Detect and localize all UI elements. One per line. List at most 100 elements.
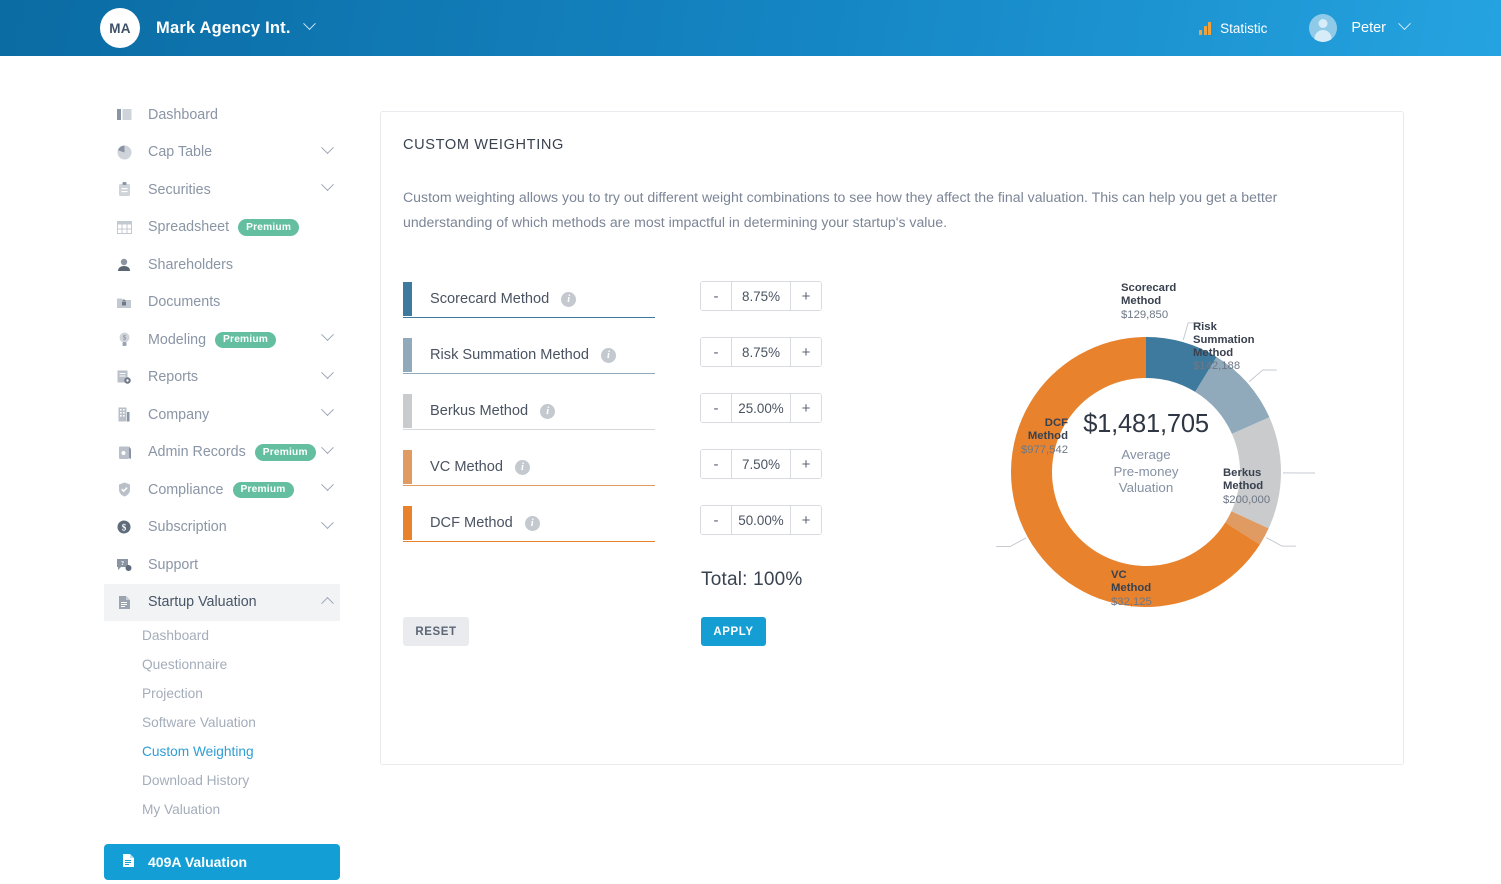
header-right-group: Statistic Peter <box>1199 14 1411 42</box>
chevron-down-icon[interactable] <box>321 328 334 342</box>
brand-company-switcher[interactable]: MA Mark Agency Int. <box>100 8 316 48</box>
donut-label: VC Method $32,125 <box>1111 569 1152 608</box>
decrement-button[interactable]: - <box>701 394 731 422</box>
chevron-down-icon[interactable] <box>321 516 334 529</box>
decrement-button[interactable]: - <box>701 450 731 478</box>
method-name-field: Scorecard Method i <box>403 281 655 318</box>
sidebar-item-label: Subscription <box>148 519 227 536</box>
decrement-button[interactable]: - <box>701 338 731 366</box>
sidebar-item-documents[interactable]: Documents <box>104 284 340 322</box>
weight-input[interactable]: 50.00% <box>731 506 791 534</box>
donut-label-line: Method <box>1223 479 1264 492</box>
weight-input[interactable]: 25.00% <box>731 394 791 422</box>
sidebar-item-shareholders[interactable]: Shareholders <box>104 246 340 284</box>
apply-button[interactable]: APPLY <box>701 617 766 646</box>
sidebar-item-admin-records[interactable]: Admin Records Premium <box>104 434 340 472</box>
chevron-down-icon[interactable] <box>321 141 334 154</box>
document-icon <box>116 594 132 610</box>
sidebar-item-securities[interactable]: Securities <box>104 171 340 209</box>
weight-input[interactable]: 7.50% <box>731 450 791 478</box>
sidebar-item-support[interactable]: ? Support <box>104 546 340 584</box>
chevron-down-icon[interactable] <box>321 478 334 492</box>
method-color-swatch <box>403 450 412 484</box>
page-description: Custom weighting allows you to try out d… <box>403 189 1278 230</box>
sidebar-item-company[interactable]: Company <box>104 396 340 434</box>
sidebar-item-cap-table[interactable]: Cap Table <box>104 134 340 172</box>
donut-label-line: Method <box>1111 581 1152 594</box>
sidebar-item-dashboard[interactable]: Dashboard <box>104 96 340 134</box>
sidebar-item-reports[interactable]: Reports <box>104 359 340 397</box>
sidebar-subitem-projection[interactable]: Projection <box>142 679 340 708</box>
method-color-swatch <box>403 506 412 540</box>
increment-button[interactable]: + <box>791 506 821 534</box>
donut-label-line: DCF <box>1044 417 1068 429</box>
dollar-coin-icon: $ <box>116 519 132 535</box>
donut-label-line: VC <box>1111 569 1127 581</box>
user-name: Peter <box>1351 20 1386 36</box>
method-row: VC Method i -7.50% + <box>403 449 822 505</box>
document-icon <box>122 853 135 871</box>
methods-list: Scorecard Method i -8.75% + Risk Summation M… <box>403 281 822 561</box>
chevron-up-icon[interactable] <box>321 596 334 610</box>
divider <box>403 429 655 430</box>
method-color-swatch <box>403 282 412 316</box>
increment-button[interactable]: + <box>791 450 821 478</box>
reset-button[interactable]: RESET <box>403 617 469 646</box>
premium-badge: Premium <box>238 219 300 236</box>
chevron-down-icon[interactable] <box>302 16 316 30</box>
increment-button[interactable]: + <box>791 338 821 366</box>
bar-chart-icon <box>1199 21 1213 35</box>
chevron-down-icon[interactable] <box>321 366 334 379</box>
409a-valuation-label: 409A Valuation <box>148 854 248 870</box>
sidebar-subnav: Dashboard Questionnaire Projection Software… <box>104 621 340 824</box>
sidebar-item-modeling[interactable]: $ Modeling Premium <box>104 321 340 359</box>
donut-label-amount: $129,850 <box>1121 308 1169 321</box>
sidebar-subitem-software-valuation[interactable]: Software Valuation <box>142 708 340 737</box>
sidebar-item-subscription[interactable]: $ Subscription <box>104 509 340 547</box>
info-icon[interactable]: i <box>540 403 556 419</box>
weight-input[interactable]: 8.75% <box>731 282 791 310</box>
leader-line <box>996 537 1027 548</box>
info-icon[interactable]: i <box>524 515 540 531</box>
increment-button[interactable]: + <box>791 282 821 310</box>
statistic-link[interactable]: Statistic <box>1199 21 1267 36</box>
sidebar-subitem-download-history[interactable]: Download History <box>142 766 340 795</box>
info-icon[interactable]: i <box>515 459 531 475</box>
sidebar-subitem-questionnaire[interactable]: Questionnaire <box>142 650 340 679</box>
weight-stepper[interactable]: -7.50% + <box>700 449 822 479</box>
sidebar-subitem-my-valuation[interactable]: My Valuation <box>142 795 340 824</box>
decrement-button[interactable]: - <box>701 282 731 310</box>
leader-line <box>1266 537 1297 547</box>
sidebar-subitem-custom-weighting[interactable]: Custom Weighting <box>142 737 340 766</box>
sidebar-item-spreadsheet[interactable]: Spreadsheet Premium <box>104 209 340 247</box>
user-menu[interactable]: Peter <box>1309 14 1411 42</box>
chevron-down-icon[interactable] <box>321 403 334 417</box>
info-icon[interactable]: i <box>561 291 577 307</box>
archive-icon <box>116 444 132 460</box>
increment-button[interactable]: + <box>791 394 821 422</box>
lightbulb-icon: $ <box>116 332 132 348</box>
sidebar-item-compliance[interactable]: Compliance Premium <box>104 471 340 509</box>
donut-label-line: Scorecard <box>1121 282 1177 294</box>
weight-stepper[interactable]: -8.75% + <box>700 281 822 311</box>
409a-valuation-button[interactable]: 409A Valuation <box>104 844 340 880</box>
top-header: MA Mark Agency Int. Statistic Peter <box>0 0 1501 56</box>
info-icon[interactable]: i <box>600 347 616 363</box>
sidebar-item-startup-valuation[interactable]: Startup Valuation <box>104 583 340 621</box>
chevron-down-icon[interactable] <box>1398 16 1411 30</box>
weight-stepper[interactable]: -25.00% + <box>700 393 822 423</box>
svg-text:$: $ <box>122 523 127 533</box>
donut-label-line: Method <box>1193 346 1234 359</box>
decrement-button[interactable]: - <box>701 506 731 534</box>
method-name: Risk Summation Method <box>430 347 589 363</box>
weight-stepper[interactable]: -50.00% + <box>700 505 822 535</box>
weight-input[interactable]: 8.75% <box>731 338 791 366</box>
chevron-down-icon[interactable] <box>321 441 334 454</box>
report-gear-icon <box>116 369 132 385</box>
sidebar-subitem-dashboard[interactable]: Dashboard <box>142 621 340 650</box>
donut-label: DCF Method $977,542 <box>1021 417 1068 456</box>
chevron-down-icon[interactable] <box>321 178 334 192</box>
sidebar-item-label: Admin Records <box>148 444 246 461</box>
divider <box>403 317 655 318</box>
weight-stepper[interactable]: -8.75% + <box>700 337 822 367</box>
